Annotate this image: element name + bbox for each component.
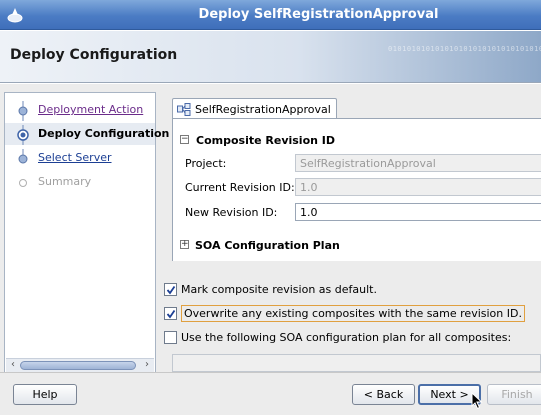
nav-item-deploy-configuration[interactable]: Deploy Configuration [5, 123, 169, 145]
new-revision-label: New Revision ID: [185, 206, 278, 219]
nav-item-summary: Summary [5, 171, 155, 193]
use-plan-checkbox[interactable] [164, 331, 177, 344]
tab-selfregistrationapproval[interactable]: SelfRegistrationApproval [172, 98, 337, 119]
step-navigation: Deployment Action Deploy Configuration S… [4, 92, 169, 375]
scroll-right-icon[interactable]: › [141, 359, 153, 372]
nav-item-select-server[interactable]: Select Server [5, 147, 155, 169]
page-title: Deploy Configuration [10, 47, 178, 63]
tab-label: SelfRegistrationApproval [195, 103, 331, 116]
use-plan-label: Use the following SOA configuration plan… [181, 331, 512, 344]
soa-plan-path-field [172, 354, 541, 372]
step-current-icon [17, 125, 29, 145]
mark-default-label: Mark composite revision as default. [181, 283, 377, 296]
scroll-left-icon[interactable]: ‹ [7, 359, 19, 372]
nav-item-deployment-action[interactable]: Deployment Action [5, 99, 155, 121]
nav-horizontal-scrollbar[interactable]: ‹ › [6, 358, 154, 372]
project-label: Project: [185, 157, 227, 170]
checkmark-icon [166, 285, 176, 295]
scroll-thumb[interactable] [20, 361, 136, 370]
nav-item-label: Deploy Configuration [38, 127, 170, 140]
new-revision-input[interactable]: 1.0 [295, 203, 541, 221]
step-done-icon [18, 101, 28, 121]
overwrite-label: Overwrite any existing composites with t… [181, 305, 525, 322]
wizard-header: Deploy Configuration 0101010101010101010… [0, 31, 541, 83]
help-button[interactable]: Help [13, 384, 77, 405]
window-title: Deploy SelfRegistrationApproval [198, 7, 439, 22]
finish-button: Finish [487, 384, 541, 405]
step-future-icon [19, 179, 27, 187]
checkmark-icon [166, 309, 176, 319]
nav-item-label: Summary [38, 175, 92, 188]
current-revision-field: 1.0 [295, 178, 541, 196]
section-title-soa-plan: SOA Configuration Plan [195, 239, 340, 252]
header-decoration: 0101010101010101010101010101010101 [388, 45, 541, 53]
mark-default-checkbox[interactable] [164, 283, 177, 296]
title-bar: Deploy SelfRegistrationApproval [0, 0, 541, 30]
current-revision-label: Current Revision ID: [185, 181, 295, 194]
wizard-footer: Help < Back Next > Finish [0, 372, 541, 415]
wizard-body: Deployment Action Deploy Configuration S… [0, 84, 541, 375]
expand-toggle-icon[interactable]: + [180, 240, 189, 249]
configuration-panel: − Composite Revision ID Project: SelfReg… [172, 118, 541, 261]
nav-item-label: Deployment Action [38, 103, 144, 116]
mouse-cursor-icon [471, 392, 483, 410]
composite-icon [177, 103, 191, 116]
project-field: SelfRegistrationApproval [295, 154, 541, 172]
step-pending-icon [18, 149, 28, 164]
nav-item-label: Select Server [38, 151, 112, 164]
back-button[interactable]: < Back [352, 384, 415, 405]
section-title-composite-revision: Composite Revision ID [196, 134, 336, 147]
overwrite-checkbox[interactable] [164, 307, 177, 320]
collapse-toggle-icon[interactable]: − [180, 135, 189, 144]
